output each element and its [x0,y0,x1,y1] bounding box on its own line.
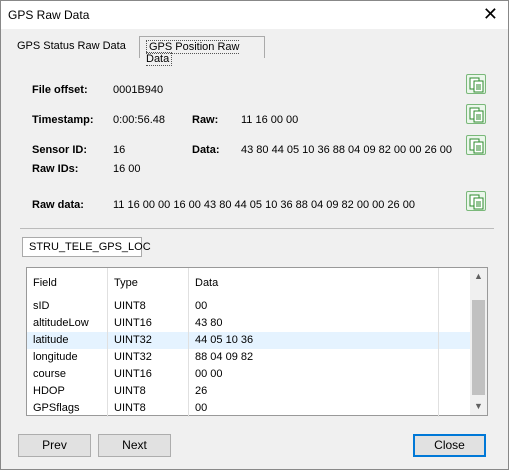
raw-value: 11 16 00 00 [241,114,299,126]
copy-data-button[interactable] [466,135,486,155]
table-row[interactable]: longitude UINT32 88 04 09 82 [27,349,471,366]
next-button[interactable]: Next [98,434,171,457]
sensor-id-label: Sensor ID: [32,144,88,156]
field-grid[interactable]: Field Type Data sID UINT8 00 altitudeLow… [26,267,488,417]
tab-gps-position-label: GPS Position Raw Data [146,40,240,66]
cell-type: UINT32 [108,349,189,366]
timestamp-value: 0:00:56.48 [113,114,165,126]
window-title: GPS Raw Data [8,8,90,22]
table-row[interactable]: course UINT16 00 00 [27,366,471,383]
raw-ids-value: 16 00 [113,163,141,175]
tab-gps-position-raw-data[interactable]: GPS Position Raw Data [139,36,265,66]
sensor-id-value: 16 [113,144,126,156]
raw-data-label: Raw data: [32,199,84,211]
column-header-field[interactable]: Field [27,268,108,298]
cell-type: UINT8 [108,298,189,315]
cell-type: UINT32 [108,332,189,349]
scroll-up-icon[interactable]: ▲ [470,268,487,285]
scroll-thumb[interactable] [472,300,485,395]
gps-raw-data-dialog: GPS Raw Data ✕ GPS Status Raw Data GPS P… [0,0,509,470]
copy-icon [469,194,484,210]
data-label: Data: [192,144,220,156]
copy-icon [469,77,484,93]
table-row[interactable]: altitudeLow UINT16 43 80 [27,315,471,332]
table-row-selected[interactable]: latitude UINT32 44 05 10 36 [27,332,471,349]
table-row[interactable]: GPSflags UINT8 00 [27,400,471,417]
cell-field: latitude [27,332,108,349]
table-row[interactable]: sID UINT8 00 [27,298,471,315]
file-offset-value: 0001B940 [113,84,164,96]
cell-field: altitudeLow [27,315,108,332]
cell-type: UINT8 [108,400,189,417]
vertical-scrollbar[interactable]: ▲ ▼ [470,268,487,415]
column-header-data[interactable]: Data [189,268,439,298]
title-bar: GPS Raw Data ✕ [1,1,508,29]
grid-rows: sID UINT8 00 altitudeLow UINT16 43 80 la… [27,298,471,417]
raw-ids-label: Raw IDs: [32,163,79,175]
grid-header: Field Type Data [27,268,471,298]
cell-data: 00 [189,298,439,315]
tab-gps-status-raw-data[interactable]: GPS Status Raw Data [11,36,136,58]
prev-button[interactable]: Prev [18,434,91,457]
cell-data: 43 80 [189,315,439,332]
cell-data: 44 05 10 36 [189,332,439,349]
cell-field: sID [27,298,108,315]
timestamp-label: Timestamp: [32,114,94,126]
copy-icon [469,107,484,123]
cell-data: 88 04 09 82 [189,349,439,366]
cell-type: UINT8 [108,383,189,400]
section-divider [20,228,494,229]
copy-raw-button[interactable] [466,104,486,124]
cell-field: longitude [27,349,108,366]
table-row[interactable]: HDOP UINT8 26 [27,383,471,400]
close-button[interactable]: Close [413,434,486,457]
copy-raw-data-button[interactable] [466,191,486,211]
raw-data-value: 11 16 00 00 16 00 43 80 44 05 10 36 88 0… [113,199,415,211]
cell-field: GPSflags [27,400,108,417]
cell-data: 00 [189,400,439,417]
cell-data: 26 [189,383,439,400]
cell-field: course [27,366,108,383]
cell-data: 00 00 [189,366,439,383]
copy-file-offset-button[interactable] [466,74,486,94]
cell-field: HDOP [27,383,108,400]
data-value: 43 80 44 05 10 36 88 04 09 82 00 00 26 0… [241,144,453,156]
cell-type: UINT16 [108,315,189,332]
file-offset-label: File offset: [32,84,88,96]
copy-icon [469,138,484,154]
scroll-down-icon[interactable]: ▼ [470,398,487,415]
column-header-type[interactable]: Type [108,268,189,298]
cell-type: UINT16 [108,366,189,383]
raw-label: Raw: [192,114,219,126]
tab-stru-tele-gps-loc[interactable]: STRU_TELE_GPS_LOC [22,237,151,257]
window-close-icon[interactable]: ✕ [483,3,498,25]
